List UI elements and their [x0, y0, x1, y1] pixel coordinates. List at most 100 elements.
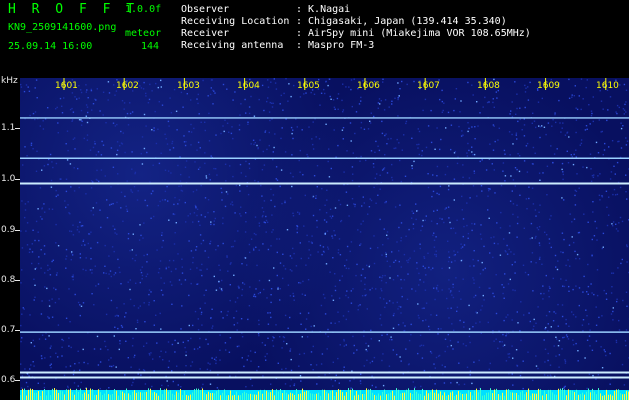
- noise-speck: [334, 322, 336, 324]
- noise-speck: [388, 365, 391, 367]
- noise-speck: [332, 361, 334, 363]
- noise-speck: [434, 298, 436, 301]
- mode-label: meteor: [125, 28, 162, 39]
- bottom-band-spike: [128, 393, 129, 400]
- noise-speck: [20, 387, 23, 389]
- noise-speck: [615, 228, 618, 230]
- bottom-band-spike: [286, 392, 287, 400]
- noise-speck: [435, 314, 438, 316]
- noise-speck: [291, 185, 293, 188]
- noise-speck: [65, 258, 67, 260]
- noise-speck: [343, 340, 345, 342]
- noise-speck: [38, 239, 40, 242]
- noise-speck: [72, 234, 75, 236]
- noise-speck: [532, 328, 534, 330]
- noise-speck: [204, 129, 206, 132]
- noise-speck: [269, 312, 271, 314]
- noise-speck: [591, 238, 593, 241]
- noise-speck: [369, 362, 371, 364]
- noise-speck: [267, 97, 269, 99]
- noise-speck: [317, 251, 319, 253]
- noise-speck: [171, 343, 174, 346]
- noise-speck: [535, 322, 537, 324]
- noise-speck: [550, 246, 552, 249]
- noise-speck: [141, 136, 144, 138]
- noise-speck: [399, 88, 401, 90]
- noise-speck: [117, 327, 119, 330]
- noise-speck: [289, 385, 291, 387]
- noise-speck: [541, 125, 543, 127]
- noise-speck: [118, 266, 120, 269]
- noise-speck: [116, 233, 118, 235]
- noise-speck: [113, 250, 115, 253]
- noise-speck: [609, 383, 611, 385]
- noise-speck: [554, 254, 557, 257]
- noise-speck: [185, 354, 187, 357]
- bottom-band-spike: [30, 388, 31, 400]
- bottom-band-spike: [288, 394, 289, 400]
- noise-speck: [342, 83, 344, 85]
- noise-speck: [132, 233, 134, 235]
- noise-speck: [452, 348, 454, 350]
- bottom-band-spike: [274, 395, 275, 400]
- noise-speck: [175, 222, 177, 224]
- noise-speck: [95, 154, 97, 156]
- bottom-band-spike: [334, 395, 335, 400]
- noise-speck: [286, 343, 288, 345]
- noise-speck: [567, 338, 570, 340]
- noise-speck: [607, 109, 609, 111]
- noise-speck: [469, 341, 471, 344]
- bottom-band-spike: [130, 394, 131, 400]
- noise-speck: [285, 367, 287, 370]
- noise-speck: [192, 256, 194, 259]
- noise-speck: [562, 336, 564, 339]
- noise-speck: [164, 169, 167, 171]
- noise-speck: [403, 329, 406, 332]
- noise-speck: [298, 282, 300, 284]
- noise-speck: [323, 219, 326, 221]
- noise-speck: [512, 143, 514, 145]
- noise-speck: [38, 338, 41, 340]
- noise-speck: [168, 266, 170, 268]
- noise-speck: [37, 382, 39, 384]
- bottom-band-spike: [544, 390, 545, 400]
- noise-speck: [544, 231, 546, 233]
- noise-speck: [609, 352, 611, 355]
- bottom-band-spike: [608, 394, 609, 400]
- noise-speck: [95, 99, 97, 101]
- noise-speck: [625, 101, 627, 103]
- noise-speck: [284, 151, 287, 153]
- noise-speck: [305, 92, 307, 94]
- noise-speck: [626, 244, 628, 246]
- noise-speck: [230, 262, 232, 264]
- noise-speck: [397, 275, 399, 277]
- noise-speck: [44, 272, 46, 274]
- noise-speck: [41, 207, 43, 209]
- noise-speck: [120, 207, 122, 209]
- bottom-band-spike: [526, 392, 527, 400]
- noise-speck: [71, 120, 73, 122]
- noise-speck: [462, 343, 465, 345]
- noise-speck: [542, 172, 544, 174]
- noise-speck: [503, 286, 505, 289]
- noise-speck: [165, 266, 167, 269]
- noise-speck: [129, 112, 132, 115]
- noise-speck: [313, 175, 316, 177]
- noise-speck: [162, 239, 164, 242]
- noise-speck: [121, 326, 124, 328]
- noise-speck: [512, 203, 515, 205]
- noise-speck: [37, 231, 39, 233]
- noise-speck: [238, 287, 240, 289]
- bottom-band-spike: [248, 393, 249, 400]
- noise-speck: [136, 321, 139, 323]
- noise-speck: [339, 203, 342, 206]
- noise-speck: [105, 272, 107, 275]
- noise-speck: [159, 260, 162, 262]
- noise-speck: [337, 108, 339, 110]
- noise-speck: [539, 179, 541, 181]
- noise-speck: [72, 111, 75, 113]
- noise-speck: [404, 175, 407, 177]
- noise-speck: [265, 231, 267, 233]
- noise-speck: [293, 84, 295, 87]
- noise-speck: [168, 259, 171, 262]
